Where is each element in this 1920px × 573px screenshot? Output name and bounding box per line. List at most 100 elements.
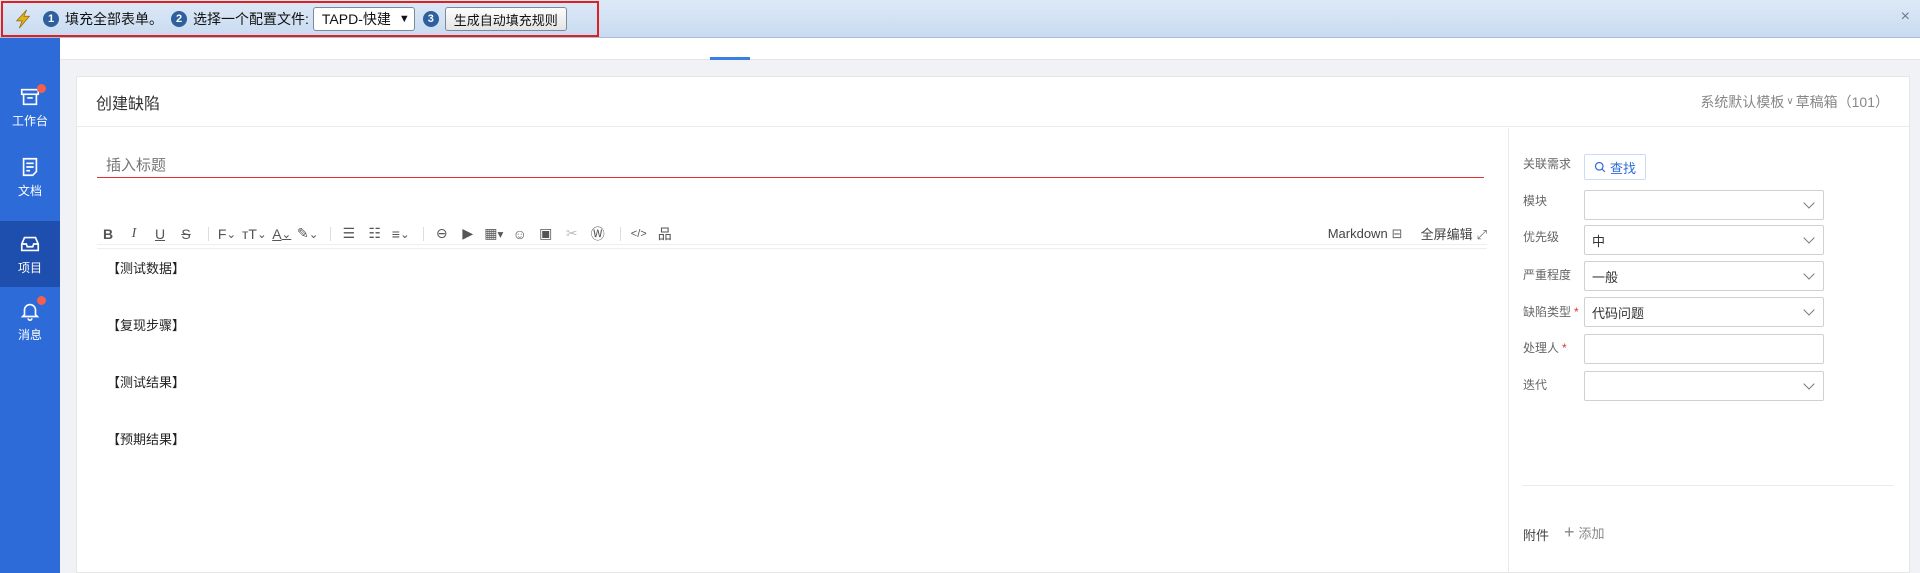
priority-value: 中 — [1592, 233, 1606, 249]
project-icon — [20, 236, 40, 251]
close-icon[interactable]: × — [1901, 8, 1910, 26]
font-size-icon[interactable]: тT ⌄ — [242, 224, 267, 244]
nav-label: 工作台 — [11, 113, 48, 128]
profile-select[interactable]: TAPD-快建 ▼ — [312, 7, 415, 31]
align-icon[interactable]: ≡ ⌄ — [390, 224, 412, 244]
markdown-icon: ⊟ — [1391, 225, 1403, 241]
nav-item-docs[interactable]: 文档 — [0, 144, 60, 210]
severity-select[interactable]: 一般 — [1584, 261, 1824, 291]
add-attachment-button[interactable]: + 添加 — [1564, 522, 1605, 543]
notification-dot — [37, 84, 46, 93]
bug-type-select[interactable]: 代码问题 — [1584, 297, 1824, 327]
word-import-icon[interactable]: Ⓦ — [587, 224, 609, 244]
find-button[interactable]: 查找 — [1584, 154, 1646, 180]
step-3: 3 生成自动填充规则 — [422, 7, 567, 31]
strikethrough-icon[interactable]: S — [175, 224, 197, 244]
content-line: 【测试数据】 — [107, 261, 186, 276]
assignee-input[interactable] — [1584, 334, 1824, 364]
assignee-label-text: 处理人 — [1523, 341, 1560, 355]
side-panel: 关联需求 查找 模块 优先级 中 严重程度 一般 缺陷类型 * 代码问题 处理人 * — [1508, 128, 1910, 573]
required-mark: * — [1574, 305, 1579, 319]
toolbar-divider — [422, 226, 424, 241]
title-input[interactable] — [97, 154, 1484, 178]
profile-selected-value: TAPD-快建 — [321, 11, 391, 27]
table-icon[interactable]: ▦ ▾ — [483, 224, 505, 244]
step-number: 3 — [422, 11, 439, 27]
markdown-label: Markdown — [1327, 225, 1388, 241]
priority-select[interactable]: 中 — [1584, 225, 1824, 255]
toolbar-right: Markdown ⊟ 全屏编辑 ⤢ — [1328, 224, 1487, 243]
side-divider — [1523, 485, 1893, 486]
plus-icon: + — [1564, 522, 1575, 542]
bold-icon[interactable]: B — [97, 224, 119, 244]
nav-label: 消息 — [17, 327, 42, 342]
severity-value: 一般 — [1592, 269, 1619, 285]
bullet-list-icon[interactable]: ☷ — [364, 224, 386, 244]
chevron-down-icon[interactable]: ∨ — [1786, 96, 1793, 107]
underline-icon[interactable]: U — [149, 224, 171, 244]
find-label: 查找 — [1609, 160, 1636, 176]
editor-area: B I U S F⌄ тT⌄ A⌄ ✎⌄ ☰ ☷ ≡⌄ ⊖ ▶ ▦▾ ☺ ▣ ✂… — [77, 128, 1508, 573]
assignee-label: 处理人 * — [1523, 339, 1567, 356]
severity-label: 严重程度 — [1523, 268, 1572, 282]
italic-icon[interactable]: I — [123, 224, 145, 244]
editor-content[interactable]: 【测试数据】 【复现步骤】 【测试结果】 【预期结果】 — [107, 258, 185, 486]
cut-icon[interactable]: ✂ — [561, 224, 583, 244]
create-bug-card: 创建缺陷 系统默认模板 ∨ 草稿箱（101） B I U S F⌄ тT⌄ A⌄… — [76, 76, 1910, 573]
chevron-down-icon — [1803, 232, 1815, 244]
font-color-icon[interactable]: A ⌄ — [271, 224, 293, 244]
content-line: 【预期结果】 — [107, 432, 186, 447]
highlight-icon[interactable]: ✎ ⌄ — [297, 224, 319, 244]
emoji-icon[interactable]: ☺ — [509, 224, 531, 244]
card-header: 创建缺陷 系统默认模板 ∨ 草稿箱（101） — [77, 77, 1909, 127]
toolbar-divider — [619, 226, 621, 241]
required-mark: * — [1562, 341, 1567, 355]
image-icon[interactable]: ▣ — [535, 224, 557, 244]
template-dropdown[interactable]: 系统默认模板 — [1700, 92, 1784, 112]
step-number: 2 — [171, 11, 187, 27]
chevron-down-icon — [1803, 304, 1815, 316]
chevron-down-icon: ▼ — [398, 13, 410, 25]
code-icon[interactable]: </> — [628, 224, 650, 244]
nav-item-project[interactable]: 项目 — [0, 221, 60, 287]
step-2: 2 选择一个配置文件: TAPD-快建 ▼ — [171, 7, 415, 31]
template-controls: 系统默认模板 ∨ 草稿箱（101） — [1700, 92, 1889, 112]
expand-icon: ⤢ — [1476, 227, 1487, 242]
nav-item-messages[interactable]: 消息 — [0, 288, 60, 354]
step-number: 1 — [43, 11, 59, 27]
content-line: 【复现步骤】 — [107, 318, 186, 333]
priority-label: 优先级 — [1523, 230, 1560, 244]
autofill-extension-bar: 1 填充全部表单。 2 选择一个配置文件: TAPD-快建 ▼ 3 生成自动填充… — [0, 0, 1920, 38]
left-nav: 工作台 文档 项目 消息 — [0, 0, 60, 573]
search-icon — [1594, 161, 1606, 173]
iteration-label: 迭代 — [1523, 378, 1548, 392]
bug-type-value: 代码问题 — [1592, 305, 1645, 321]
nav-label: 文档 — [17, 183, 42, 198]
markdown-toggle[interactable]: Markdown ⊟ — [1328, 226, 1403, 242]
autofill-steps-box: 1 填充全部表单。 2 选择一个配置文件: TAPD-快建 ▼ 3 生成自动填充… — [1, 1, 599, 37]
video-icon[interactable]: ▶ — [457, 224, 479, 244]
drafts-link[interactable]: 草稿箱（101） — [1796, 92, 1889, 112]
mindmap-icon[interactable]: 品 — [654, 224, 676, 244]
module-select[interactable] — [1584, 190, 1824, 220]
nav-item-workbench[interactable]: 工作台 — [0, 74, 60, 140]
editor-toolbar: B I U S F ⌄ тT ⌄ A ⌄ ✎ ⌄ ☰ ☷ ≡ ⌄ ⊖ ▶ ▦ ▾ ☺ ▣ ✂… — [97, 223, 1487, 245]
bug-type-label: 缺陷类型 * — [1523, 303, 1579, 320]
toolbar-divider-line — [97, 248, 1487, 249]
toolbar-divider — [329, 226, 331, 241]
ordered-list-icon[interactable]: ☰ — [338, 224, 360, 244]
attachment-label: 附件 — [1523, 528, 1550, 543]
link-icon[interactable]: ⊖ — [431, 224, 453, 244]
fullscreen-toggle[interactable]: 全屏编辑 ⤢ — [1421, 224, 1487, 243]
step-1: 1 填充全部表单。 — [43, 9, 163, 29]
generate-rules-button[interactable]: 生成自动填充规则 — [444, 7, 567, 31]
add-attachment-label: 添加 — [1578, 526, 1605, 541]
lightning-icon — [3, 3, 43, 35]
fullscreen-label: 全屏编辑 — [1420, 227, 1473, 242]
notification-dot — [37, 296, 46, 305]
related-requirement-label: 关联需求 — [1523, 157, 1572, 171]
bug-type-label-text: 缺陷类型 — [1523, 305, 1572, 319]
font-family-icon[interactable]: F ⌄ — [216, 224, 238, 244]
chevron-down-icon — [1803, 197, 1815, 209]
iteration-select[interactable] — [1584, 371, 1824, 401]
